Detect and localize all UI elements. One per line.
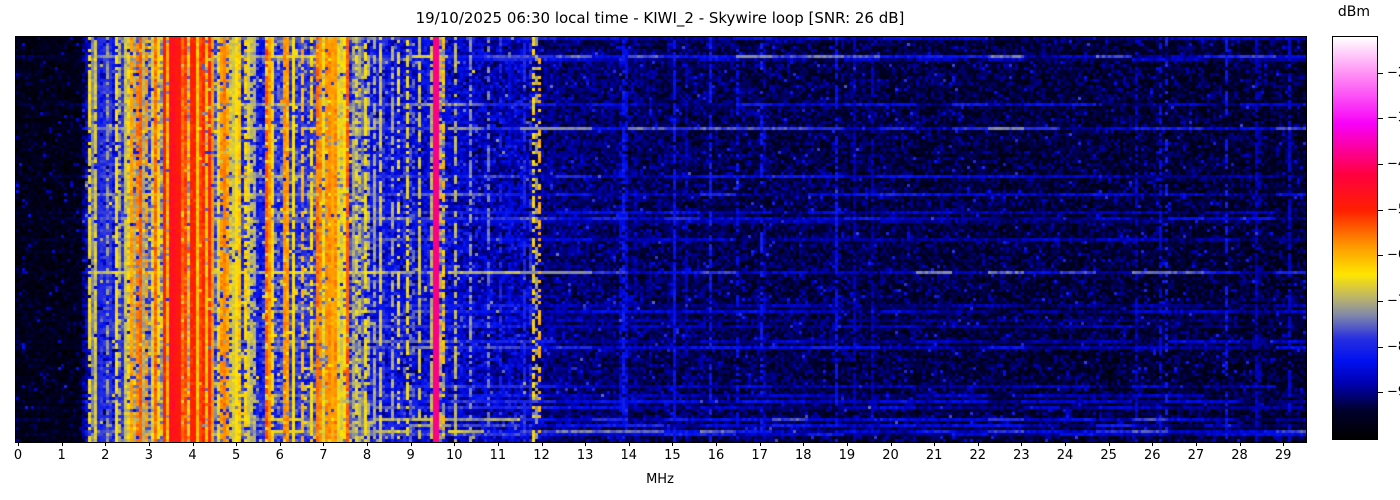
colorbar-tick-mark [1378, 118, 1383, 120]
colorbar-tick-label: −30 [1387, 110, 1400, 126]
x-tick-mark [890, 442, 892, 446]
x-tick-mark [977, 442, 979, 446]
x-tick-label: 26 [1144, 448, 1161, 463]
x-tick-label: 13 [576, 448, 594, 463]
x-tick-mark [585, 442, 587, 446]
x-tick-label: 6 [275, 448, 284, 463]
plot-area [15, 36, 1307, 443]
colorbar-tick-mark [1378, 72, 1383, 74]
x-tick-label: 15 [664, 448, 681, 463]
x-tick-label: 17 [751, 448, 768, 463]
x-tick-mark [934, 442, 936, 446]
x-tick-label: 24 [1056, 448, 1074, 463]
colorbar-tick-label: −50 [1387, 202, 1400, 218]
x-tick-mark [18, 442, 19, 446]
colorbar-tick-mark [1378, 209, 1383, 211]
colorbar-tick-mark [1378, 392, 1383, 394]
x-axis-label: MHz [646, 472, 674, 487]
x-tick-mark [148, 442, 150, 446]
x-tick-mark [846, 442, 848, 446]
x-tick-mark [454, 442, 456, 446]
colorbar-tick-mark [1378, 255, 1383, 257]
colorbar-tick-mark [1378, 346, 1383, 348]
x-tick-mark [1021, 442, 1023, 446]
colorbar-tick-label: −70 [1387, 293, 1400, 309]
colorbar-tick-mark [1378, 300, 1383, 302]
x-tick-mark [1152, 442, 1154, 446]
x-tick-mark [1065, 442, 1067, 446]
x-tick-mark [61, 442, 63, 446]
chart-title: 19/10/2025 06:30 local time - KIWI_2 - S… [415, 9, 905, 27]
x-tick-mark [410, 442, 412, 446]
x-tick-label: 11 [489, 448, 507, 463]
x-tick-mark [192, 442, 194, 446]
x-tick-mark [716, 442, 718, 446]
spectrogram-heatmap [16, 37, 1306, 442]
x-tick-label: 23 [1013, 448, 1030, 463]
x-tick-mark [1108, 442, 1110, 446]
colorbar-ticks: −20 −30 −40 −50 −60 −70 −80 −90 [1378, 36, 1400, 438]
colorbar-gradient [1333, 37, 1377, 439]
colorbar-tick-label: −90 [1387, 384, 1400, 400]
x-tick-label: 20 [882, 448, 899, 463]
x-tick-label: 19 [838, 448, 856, 463]
x-axis-ticks: 0 1 2 3 4 5 6 7 8 9 10 11 12 13 14 15 16 17 18 19 20 21 22 23 24… [13, 442, 1305, 466]
x-tick-label: 14 [620, 448, 638, 463]
x-tick-label: 12 [533, 448, 550, 463]
x-tick-mark [803, 442, 805, 446]
x-tick-label: 1 [57, 448, 66, 463]
x-tick-label: 7 [319, 448, 328, 463]
x-tick-label: 0 [13, 448, 23, 463]
x-tick-label: 18 [795, 448, 812, 463]
x-tick-label: 8 [362, 448, 372, 463]
x-tick-mark [367, 442, 369, 446]
x-tick-label: 27 [1187, 448, 1205, 463]
x-tick-mark [759, 442, 761, 446]
colorbar-tick-label: −20 [1387, 65, 1400, 81]
x-tick-mark [541, 442, 543, 446]
x-tick-label: 22 [969, 448, 987, 463]
x-tick-label: 3 [144, 448, 154, 463]
x-tick-label: 21 [925, 448, 943, 463]
x-tick-mark [628, 442, 630, 446]
colorbar-tick-label: −40 [1387, 156, 1400, 172]
x-tick-mark [236, 442, 238, 446]
x-tick-mark [1283, 442, 1285, 446]
x-tick-mark [1239, 442, 1241, 446]
x-tick-label: 5 [232, 448, 241, 463]
colorbar-label: dBm [1337, 4, 1371, 20]
x-tick-mark [1195, 442, 1197, 446]
colorbar-tick-mark [1378, 163, 1383, 165]
spectrogram-figure: 19/10/2025 06:30 local time - KIWI_2 - S… [0, 0, 1400, 500]
x-tick-label: 4 [188, 448, 197, 463]
x-tick-label: 25 [1100, 448, 1117, 463]
x-tick-label: 16 [707, 448, 725, 463]
x-tick-label: 28 [1231, 448, 1248, 463]
x-tick-mark [323, 442, 325, 446]
x-tick-label: 2 [101, 448, 110, 463]
x-tick-mark [672, 442, 674, 446]
x-tick-label: 29 [1274, 448, 1292, 463]
colorbar [1332, 36, 1378, 440]
colorbar-tick-label: −80 [1387, 339, 1400, 355]
colorbar-tick-label: −60 [1387, 247, 1400, 263]
x-tick-mark [105, 442, 107, 446]
x-tick-mark [279, 442, 281, 446]
x-tick-mark [497, 442, 499, 446]
x-tick-label: 9 [406, 448, 415, 463]
x-tick-label: 10 [445, 448, 463, 463]
